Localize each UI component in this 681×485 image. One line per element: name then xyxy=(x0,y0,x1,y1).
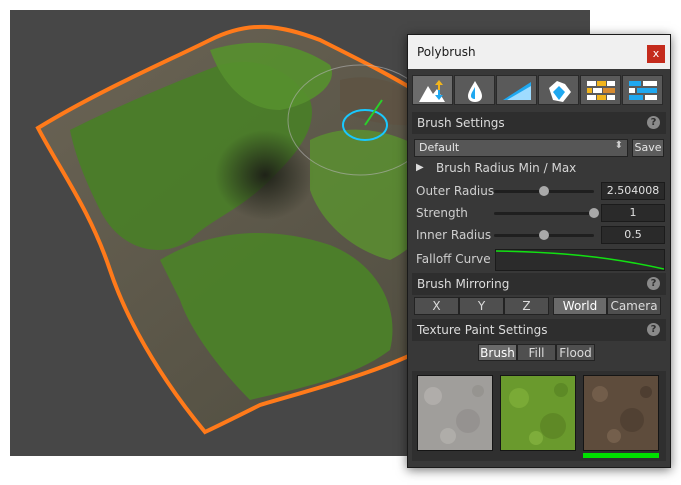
close-button[interactable]: x xyxy=(647,45,665,63)
paint-mode-flood[interactable]: Flood xyxy=(556,344,595,361)
brick-texture-icon xyxy=(587,81,615,100)
polybrush-window: Polybrush x Brush Settings ? Default ⬍ S… xyxy=(407,34,671,468)
help-icon[interactable]: ? xyxy=(647,323,660,336)
brush-mirroring-title: Brush Mirroring xyxy=(417,277,510,291)
strength-slider[interactable] xyxy=(494,208,599,218)
texture-palette xyxy=(412,371,666,461)
mirror-axis-toggles: X Y Z World Camera xyxy=(414,297,661,315)
inner-radius-label: Inner Radius xyxy=(416,228,492,242)
slider-thumb[interactable] xyxy=(539,186,549,196)
window-title: Polybrush xyxy=(417,45,476,59)
help-icon[interactable]: ? xyxy=(647,116,660,129)
dropdown-arrow-icon: ⬍ xyxy=(614,140,623,151)
texture-paint-title: Texture Paint Settings xyxy=(417,323,548,337)
blue-ramp-icon xyxy=(503,82,531,100)
tool-mode-toolbar xyxy=(412,75,664,105)
mirror-camera-toggle[interactable]: Camera xyxy=(607,297,661,315)
title-bar[interactable]: Polybrush x xyxy=(408,35,670,69)
droplet-icon xyxy=(468,81,482,102)
paint-mode-fill[interactable]: Fill xyxy=(517,344,556,361)
slider-thumb[interactable] xyxy=(589,208,599,218)
save-preset-button[interactable]: Save xyxy=(632,139,664,157)
slider-thumb[interactable] xyxy=(539,230,549,240)
brush-settings-title: Brush Settings xyxy=(417,116,505,130)
texture-paint-header[interactable]: Texture Paint Settings ? xyxy=(412,319,666,341)
foldout-triangle-icon: ▶ xyxy=(416,162,424,173)
tool-smooth-button[interactable] xyxy=(454,75,495,105)
tool-texture-button[interactable] xyxy=(580,75,621,105)
brush-settings-header[interactable]: Brush Settings ? xyxy=(412,112,666,134)
brush-mirroring-header[interactable]: Brush Mirroring ? xyxy=(412,273,666,295)
outer-radius-label: Outer Radius xyxy=(416,184,495,198)
stone-texture-swatch[interactable] xyxy=(417,375,493,451)
tool-scatter-button[interactable] xyxy=(622,75,663,105)
grass-texture-swatch[interactable] xyxy=(500,375,576,451)
mirror-y-toggle[interactable]: Y xyxy=(459,297,504,315)
mirror-x-toggle[interactable]: X xyxy=(414,297,459,315)
mirror-world-toggle[interactable]: World xyxy=(553,297,607,315)
outer-radius-slider[interactable] xyxy=(494,186,594,196)
selected-texture-indicator xyxy=(583,453,659,458)
brush-preset-dropdown[interactable]: Default ⬍ xyxy=(414,139,628,157)
paint-mode-toggles: Brush Fill Flood xyxy=(478,344,595,361)
tool-raise-lower-button[interactable] xyxy=(412,75,453,105)
inner-radius-field[interactable]: 0.5 xyxy=(601,226,665,244)
mountain-arrows-icon xyxy=(419,80,445,102)
mirror-z-toggle[interactable]: Z xyxy=(504,297,549,315)
inner-radius-slider[interactable] xyxy=(494,230,594,240)
paint-mode-brush[interactable]: Brush xyxy=(478,344,517,361)
falloff-curve-field[interactable] xyxy=(495,249,665,271)
blue-grid-icon xyxy=(629,81,657,100)
tool-sculpt-button[interactable] xyxy=(496,75,537,105)
strength-field[interactable]: 1 xyxy=(601,204,665,222)
brush-preset-value: Default xyxy=(419,141,460,154)
strength-label: Strength xyxy=(416,206,468,220)
falloff-curve-label: Falloff Curve xyxy=(416,252,491,266)
tool-vertex-color-button[interactable] xyxy=(538,75,579,105)
falloff-curve-graph xyxy=(496,250,664,270)
foldout-label: Brush Radius Min / Max xyxy=(436,161,577,175)
help-icon[interactable]: ? xyxy=(647,277,660,290)
dirt-texture-swatch[interactable] xyxy=(583,375,659,451)
crystal-brush-icon xyxy=(549,81,571,102)
outer-radius-field[interactable]: 2.504008 xyxy=(601,182,665,200)
